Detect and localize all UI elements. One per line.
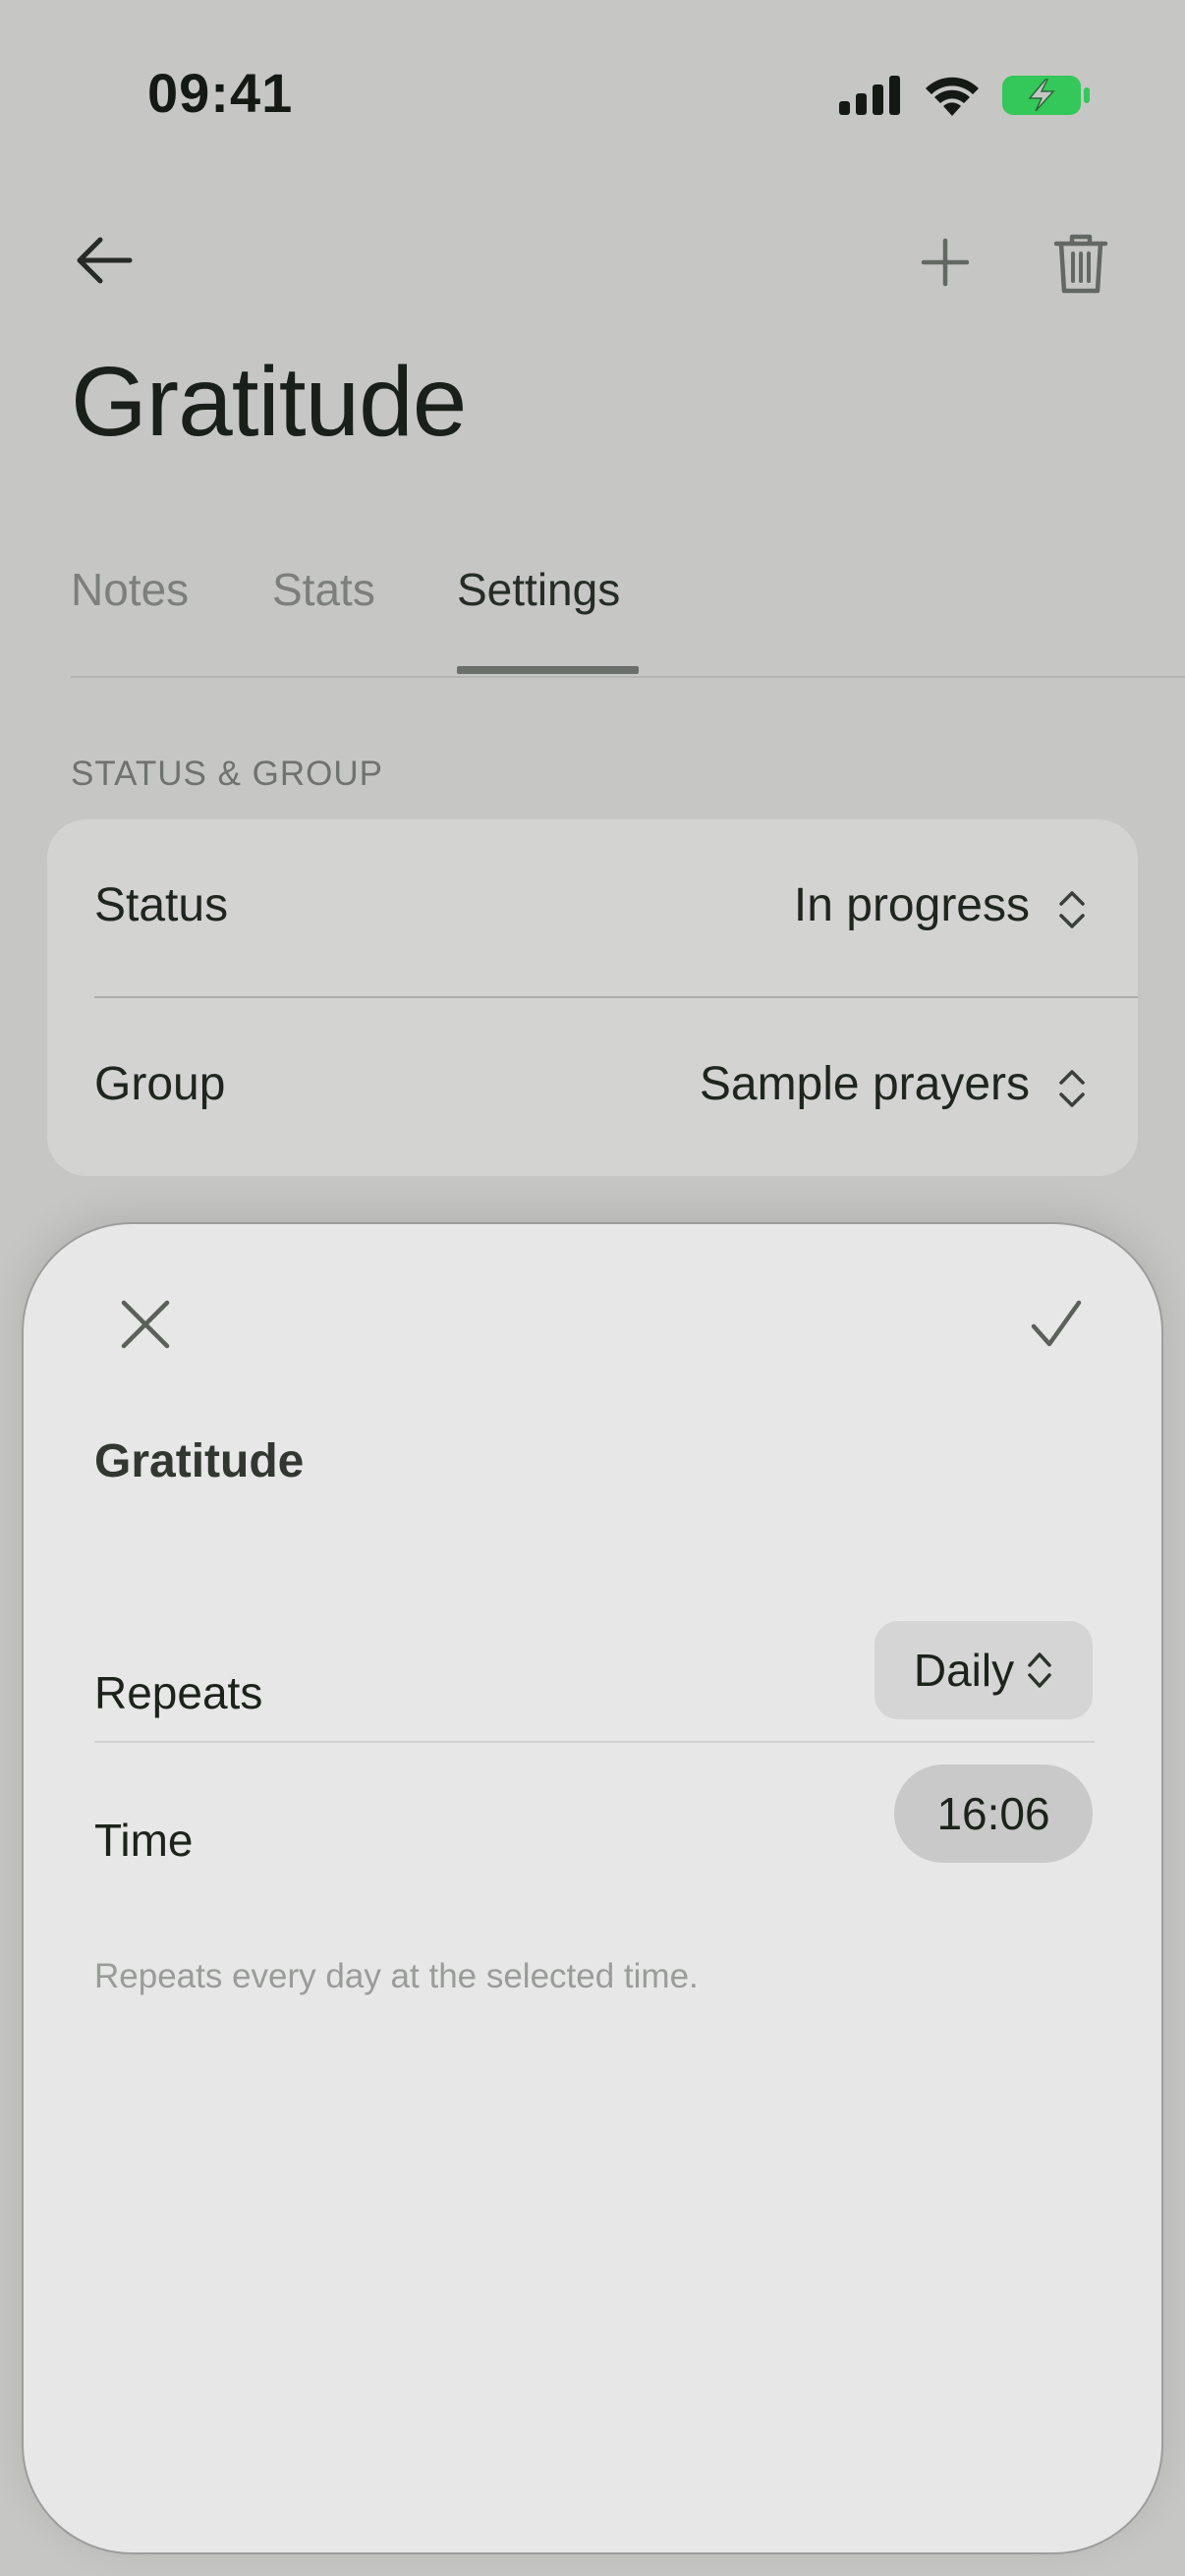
time-picker[interactable]: 16:06 (894, 1764, 1093, 1863)
status-bar: 09:41 (0, 0, 1185, 187)
sheet-divider (94, 1741, 1095, 1743)
tab-stats[interactable]: Stats (272, 560, 375, 668)
group-row[interactable]: Group Sample prayers (47, 998, 1138, 1175)
settings-card: Status In progress Group Sample prayers (47, 819, 1138, 1176)
help-text: Repeats every day at the selected time. (94, 1957, 699, 1995)
repeats-value: Daily (913, 1645, 1015, 1696)
wifi-icon (926, 77, 979, 116)
tab-bar: Notes Stats Settings (71, 560, 1185, 678)
cellular-signal-icon (839, 76, 900, 115)
chevron-up-down-icon (1028, 1652, 1051, 1688)
battery-charging-icon (1002, 76, 1090, 115)
screen: 09:41 Gratitude Notes Stats Settings STA… (0, 0, 1185, 2576)
plus-icon (921, 238, 970, 287)
status-time: 09:41 (147, 62, 294, 124)
repeats-label: Repeats (94, 1667, 263, 1718)
close-icon (121, 1300, 170, 1349)
time-label: Time (94, 1815, 194, 1866)
chevron-up-down-icon (1059, 891, 1085, 928)
trash-icon (1053, 234, 1108, 294)
chevron-up-down-icon (1059, 1070, 1085, 1107)
group-value: Sample prayers (699, 1058, 1030, 1110)
active-tab-indicator (457, 666, 639, 674)
arrow-left-icon (77, 237, 133, 284)
tab-notes[interactable]: Notes (71, 560, 189, 668)
back-button[interactable] (65, 226, 143, 295)
status-icons (839, 71, 1091, 120)
add-button[interactable] (904, 226, 987, 299)
status-row[interactable]: Status In progress (47, 819, 1138, 996)
status-label: Status (94, 879, 229, 931)
confirm-button[interactable] (1006, 1275, 1104, 1373)
checkmark-icon (1031, 1300, 1082, 1347)
sheet-title: Gratitude (94, 1435, 305, 1487)
group-label: Group (94, 1058, 226, 1110)
delete-button[interactable] (1045, 222, 1116, 305)
tab-settings[interactable]: Settings (457, 560, 620, 668)
repeats-select[interactable]: Daily (875, 1621, 1093, 1719)
status-value: In progress (793, 879, 1030, 931)
time-value: 16:06 (936, 1788, 1050, 1839)
reminder-sheet: Gratitude Repeats Daily Time 16:06 Repea… (22, 1222, 1163, 2554)
close-button[interactable] (96, 1275, 195, 1373)
page-title: Gratitude (71, 347, 467, 457)
section-label: STATUS & GROUP (71, 755, 384, 793)
